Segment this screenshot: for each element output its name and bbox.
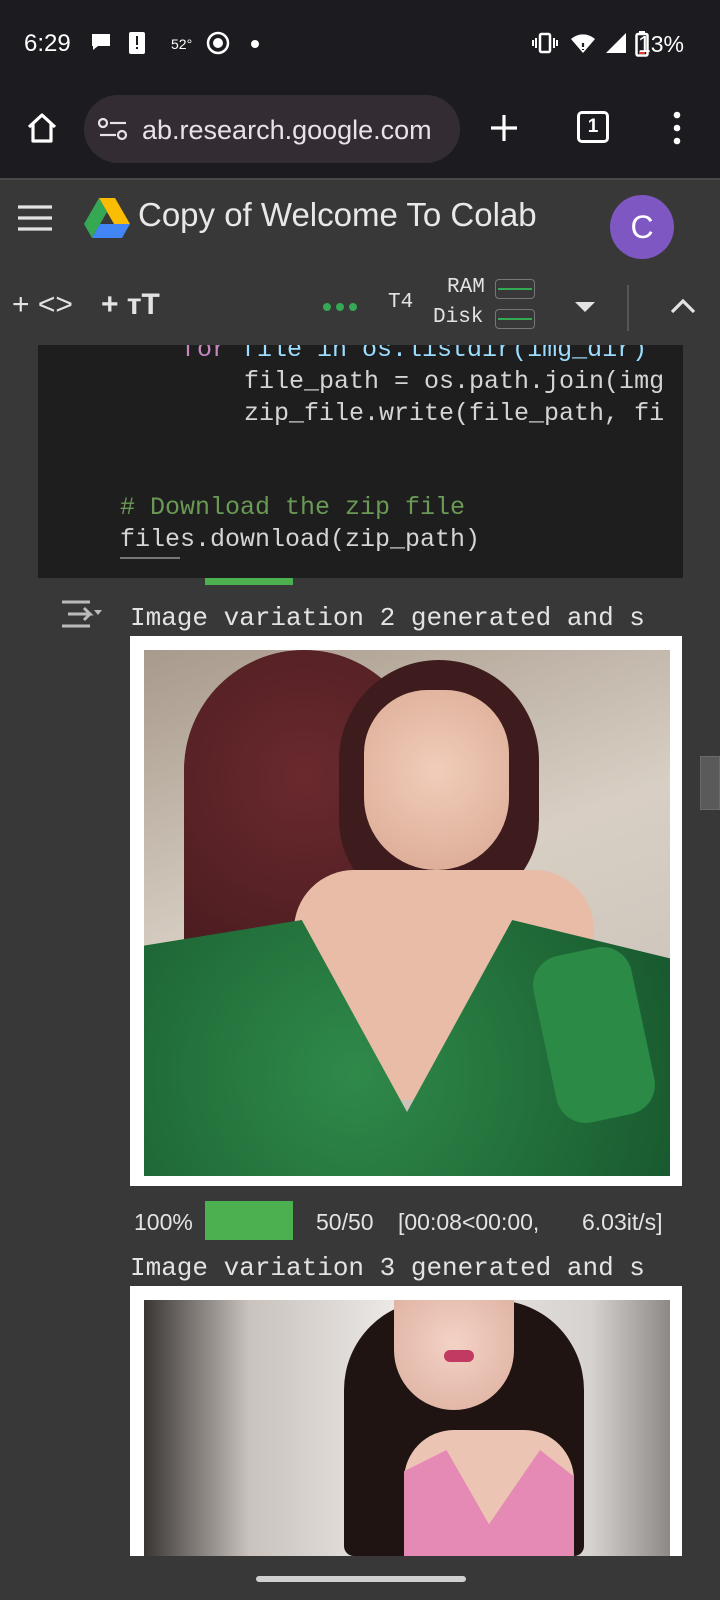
code-comment: # Download the zip file — [120, 493, 466, 522]
code-underline — [120, 557, 180, 559]
ram-label: RAM — [447, 276, 485, 299]
add-code-button[interactable]: + <> — [12, 288, 73, 322]
toolbar-divider — [627, 285, 629, 331]
record-icon — [206, 31, 230, 61]
progress-bar — [205, 1201, 293, 1240]
cell-progress-indicator — [205, 578, 293, 585]
add-text-button[interactable]: + тT — [101, 288, 160, 322]
vibrate-icon — [532, 31, 558, 61]
address-bar[interactable]: ab.research.google.com — [84, 95, 460, 163]
tab-count: 1 — [587, 116, 599, 137]
avatar[interactable]: C — [610, 195, 674, 259]
progress-percent: 100% — [134, 1209, 193, 1235]
disk-meter[interactable] — [495, 309, 535, 329]
runtime-type[interactable]: T4 — [388, 291, 413, 314]
tabs-icon[interactable]: 1 — [577, 111, 609, 143]
progress-time: [00:08<00:00, — [398, 1209, 540, 1235]
code-cell[interactable]: for file in os.listdir(img_dir) file_pat… — [38, 345, 683, 578]
google-drive-icon — [84, 196, 130, 243]
output-text-variation-2: Image variation 2 generated and s — [130, 603, 645, 633]
code-line-3: zip_file.write(file_path, fi — [244, 399, 665, 428]
progress-rate: 6.03it/s] — [582, 1209, 663, 1235]
dot-icon — [250, 31, 260, 63]
scrollbar-thumb[interactable] — [700, 756, 720, 810]
output-image-1 — [130, 636, 682, 1186]
url-text: ab.research.google.com — [142, 115, 432, 145]
progress-steps: 50/50 — [316, 1209, 374, 1235]
alert-icon — [128, 31, 146, 61]
notebook-toolbar: + <> + тT T4 RAM Disk — [0, 275, 720, 345]
browser-toolbar: ab.research.google.com 1 — [0, 90, 720, 178]
disk-label: Disk — [433, 306, 484, 329]
image-photo-1 — [144, 650, 670, 1176]
status-bar: 6:29 52° 13% — [0, 0, 720, 90]
status-time: 6:29 — [24, 30, 71, 57]
colab-header: Copy of Welcome To Colab C — [0, 178, 720, 277]
face-shape — [364, 690, 509, 870]
wifi-icon — [570, 31, 596, 61]
new-tab-icon[interactable] — [488, 112, 520, 149]
site-settings-icon[interactable] — [97, 117, 128, 146]
code-line-1: for file in os.listdir(img_dir) — [182, 345, 648, 364]
image-photo-2 — [144, 1300, 670, 1556]
ram-meter[interactable] — [495, 279, 535, 299]
notebook-title[interactable]: Copy of Welcome To Colab — [138, 196, 537, 234]
lips-shape — [444, 1350, 474, 1362]
signal-icon — [604, 31, 628, 61]
status-temperature: 52° — [171, 36, 193, 52]
output-actions-icon[interactable] — [58, 596, 104, 639]
runtime-status-icon — [322, 299, 358, 317]
hamburger-menu-icon[interactable] — [16, 203, 54, 238]
chevron-down-icon[interactable] — [574, 300, 596, 318]
chat-bubble-icon — [90, 31, 112, 59]
code-line-5: files.download(zip_path) — [120, 525, 481, 554]
status-battery: 13% — [637, 31, 684, 57]
gesture-nav-handle[interactable] — [256, 1576, 466, 1582]
more-vert-icon[interactable] — [671, 110, 683, 151]
output-image-2 — [130, 1286, 682, 1556]
home-icon[interactable] — [24, 110, 60, 151]
code-line-2: file_path = os.path.join(img — [244, 367, 665, 396]
chevron-up-icon[interactable] — [670, 297, 696, 320]
progress-row: 100% 50/50 [00:08<00:00, 6.03it/s] — [130, 1200, 690, 1244]
output-text-variation-3: Image variation 3 generated and s — [130, 1253, 645, 1283]
